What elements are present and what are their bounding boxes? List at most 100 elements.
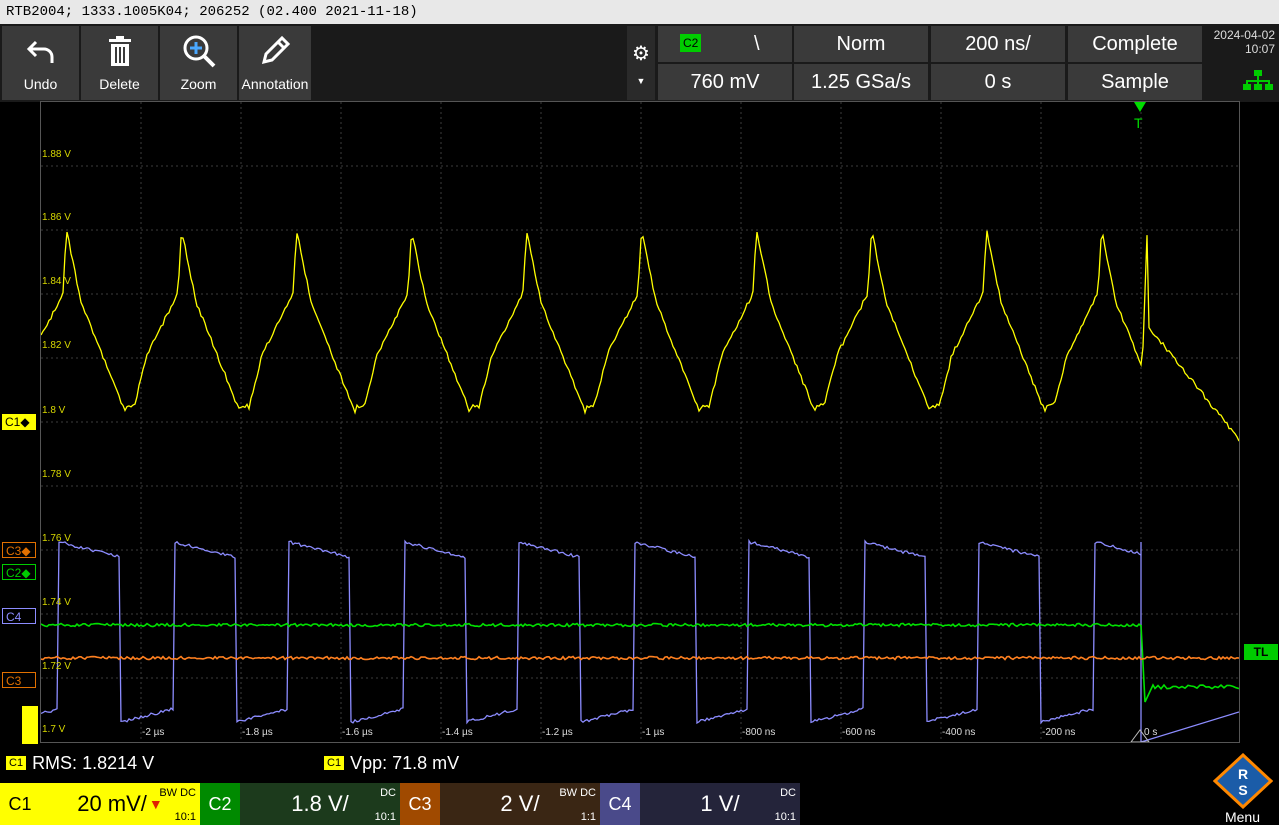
acquisition-mode[interactable]: Sample [1068, 64, 1202, 100]
c3-name: C3 [400, 783, 440, 825]
y-axis-label: 1.8 V [42, 405, 66, 416]
c3-bw: BW [559, 787, 578, 799]
y-axis-label: 1.7 V [42, 724, 66, 735]
measurement-rms-value: RMS: 1.8214 V [32, 752, 155, 773]
c4-scale: 1 V/ [700, 791, 740, 816]
pencil-icon [258, 34, 292, 68]
trigger-level-marker[interactable]: TL [1244, 644, 1278, 660]
rs-logo-icon: R S [1212, 753, 1273, 809]
channel-c1-box[interactable]: C1 20 mV/ ▼ BW DC 10:1 [0, 783, 200, 825]
timebase-scale[interactable]: 200 ns/ [931, 26, 1065, 62]
measurement-vpp-source: C1 [324, 756, 345, 770]
undo-label: Undo [23, 76, 58, 92]
c4-marker-label: C4 [6, 610, 22, 624]
settings-button[interactable]: ⚙ ▼ [627, 26, 655, 100]
chevron-down-icon: ▼ [636, 75, 646, 86]
y-axis-label: 1.88 V [42, 149, 71, 160]
c1-scale: 20 mV/ [77, 791, 147, 816]
c1-vertical-tab[interactable] [22, 706, 38, 744]
horizontal-position[interactable]: 0 s [931, 64, 1065, 100]
c1-probe: 10:1 [174, 811, 196, 823]
x-axis-label: -200 ns [1042, 727, 1076, 738]
delete-button[interactable]: Delete [81, 26, 158, 100]
waveform-canvas: T [41, 102, 1239, 742]
acquisition-status[interactable]: Complete [1068, 26, 1202, 62]
c2-coupling: DC [380, 787, 396, 799]
channel-c2-box[interactable]: C2 1.8 V/ DC 10:1 [200, 783, 400, 825]
annotation-label: Annotation [241, 76, 309, 92]
c3-offset-marker[interactable]: C3◆ [2, 542, 36, 558]
c2-probe: 10:1 [374, 811, 396, 823]
x-axis-label: -400 ns [942, 727, 976, 738]
annotation-button[interactable]: Annotation [239, 26, 311, 100]
trigger-t-marker: T [1134, 115, 1143, 131]
menu-label: Menu [1224, 809, 1261, 825]
datetime: 2024-04-02 10:07 [1214, 28, 1275, 56]
c3-level-label: C3 [6, 674, 22, 688]
svg-text:R: R [1237, 766, 1247, 782]
trigger-source-badge: C2 [680, 34, 702, 52]
zoom-icon [182, 34, 216, 68]
c2-waveform [41, 622, 1239, 703]
c1-offset-marker[interactable]: C1◆ [2, 414, 36, 430]
x-axis-label: -1.2 µs [542, 727, 573, 738]
c1-coupling: DC [180, 787, 196, 799]
c4-name: C4 [600, 783, 640, 825]
trigger-mode[interactable]: Norm [794, 26, 928, 62]
zoom-button[interactable]: Zoom [160, 26, 237, 100]
zoom-label: Zoom [180, 76, 217, 92]
undo-button[interactable]: Undo [2, 26, 79, 100]
c4-settings[interactable]: 1 V/ DC 10:1 [640, 783, 800, 825]
x-axis-label: -2 µs [142, 727, 165, 738]
c1-bw: BW [159, 787, 178, 799]
c4-probe: 10:1 [774, 811, 796, 823]
x-axis-label: -1.4 µs [442, 727, 473, 738]
c3-waveform [41, 655, 1239, 661]
trigger-source-cell[interactable]: C2 \ [658, 26, 792, 62]
x-axis-label: -1 µs [642, 727, 665, 738]
trigger-position-marker[interactable] [1134, 102, 1146, 112]
c3-level-marker[interactable]: C3 [2, 672, 36, 688]
waveform-display[interactable]: T [40, 101, 1240, 743]
sample-rate[interactable]: 1.25 GSa/s [794, 64, 928, 100]
c2-offset-marker[interactable]: C2◆ [2, 564, 36, 580]
c1-name: C1 [0, 783, 40, 825]
trigger-slope-icon: \ [754, 32, 760, 55]
c4-waveform [41, 538, 1239, 742]
menu-button[interactable]: R S Menu [1206, 748, 1279, 825]
c3-probe: 1:1 [580, 811, 596, 823]
x-axis-label: -600 ns [842, 727, 876, 738]
graticule [41, 102, 1239, 742]
y-axis-label: 1.84 V [42, 276, 71, 287]
gear-icon: ⚙ [632, 42, 650, 65]
c1-waveform [41, 230, 1239, 442]
c1-marker-label: C1 [5, 415, 21, 429]
c4-offset-marker[interactable]: C4 [2, 608, 36, 624]
x-axis-label: 0 s [1144, 727, 1158, 738]
c3-settings[interactable]: 2 V/ BW DC 1:1 [440, 783, 600, 825]
trash-icon [107, 34, 133, 68]
measurement-rms-source: C1 [6, 756, 27, 770]
svg-text:S: S [1238, 782, 1247, 798]
time: 10:07 [1244, 42, 1275, 56]
y-axis-label: 1.86 V [42, 212, 71, 223]
y-axis-label: 1.72 V [42, 661, 71, 672]
channel-c3-box[interactable]: C3 2 V/ BW DC 1:1 [400, 783, 600, 825]
c2-scale: 1.8 V/ [291, 791, 349, 816]
c2-marker-label: C2 [6, 566, 22, 580]
y-axis-label: 1.76 V [42, 533, 71, 544]
c2-settings[interactable]: 1.8 V/ DC 10:1 [240, 783, 400, 825]
x-axis-label: -1.6 µs [342, 727, 373, 738]
measurement-rms[interactable]: C1 RMS: 1.8214 V [6, 748, 154, 778]
measurement-vpp[interactable]: C1 Vpp: 71.8 mV [324, 748, 459, 778]
channel-c4-box[interactable]: C4 1 V/ DC 10:1 [600, 783, 800, 825]
x-axis-label: -800 ns [742, 727, 776, 738]
c3-coupling: DC [580, 787, 596, 799]
x-axis-label: -1.8 µs [242, 727, 273, 738]
trigger-level[interactable]: 760 mV [658, 64, 792, 100]
c1-settings[interactable]: 20 mV/ ▼ BW DC 10:1 [40, 783, 200, 825]
c3-scale: 2 V/ [500, 791, 540, 816]
y-axis-label: 1.82 V [42, 340, 71, 351]
c4-coupling: DC [780, 787, 796, 799]
y-axis-label: 1.74 V [42, 597, 71, 608]
